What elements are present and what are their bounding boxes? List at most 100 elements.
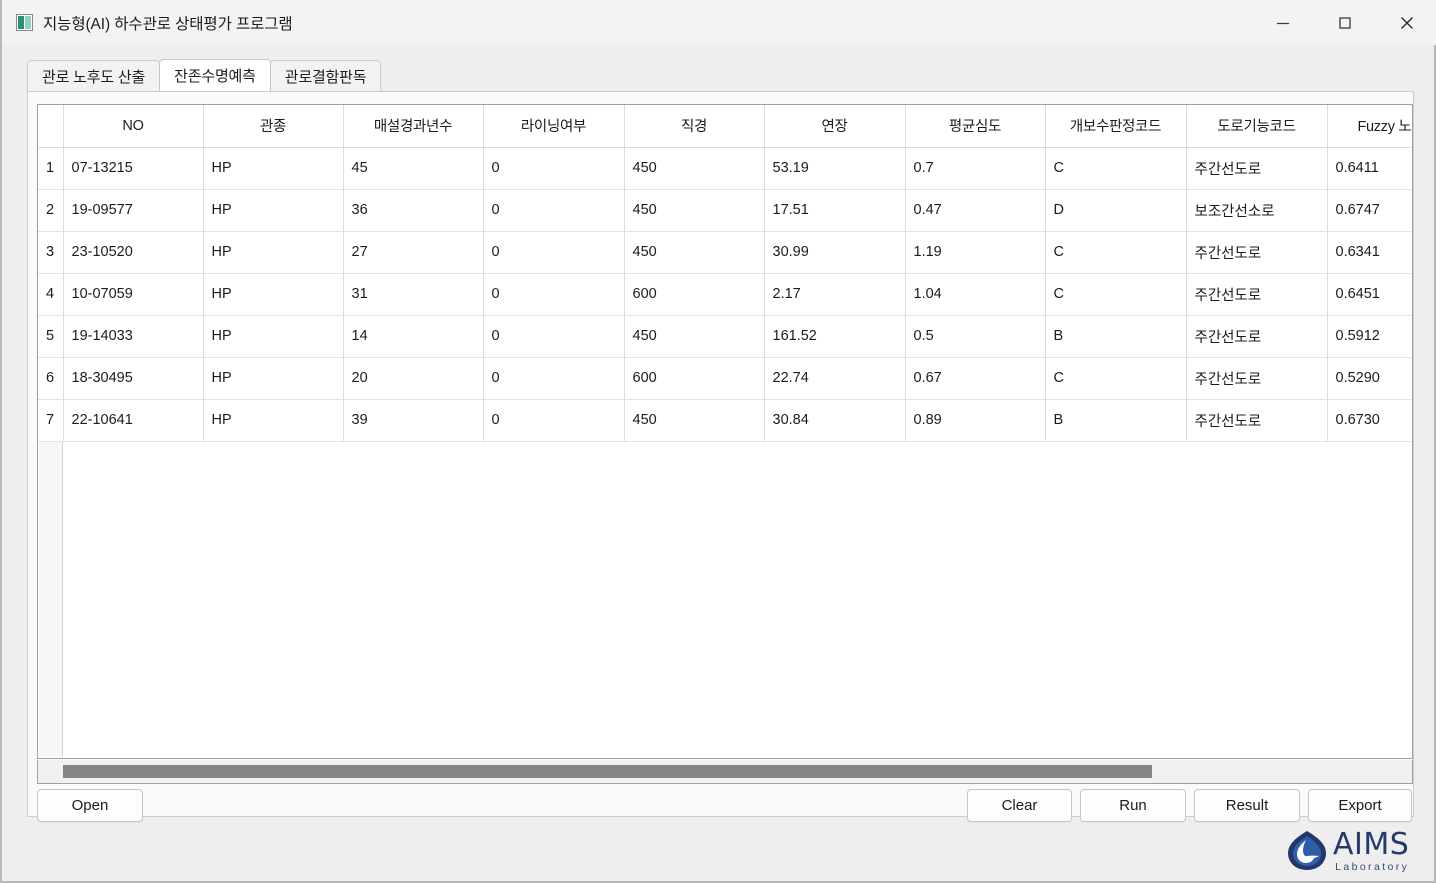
cell-diameter[interactable]: 450 — [624, 315, 765, 358]
cell-fuzzy-deterioration[interactable]: 0.6747 — [1327, 189, 1412, 232]
cell-average-depth[interactable]: 0.67 — [905, 357, 1046, 400]
tab-remaining-life-prediction[interactable]: 잔존수명예측 — [159, 59, 271, 91]
cell-repair-code[interactable]: D — [1045, 189, 1187, 232]
horizontal-scrollbar-thumb[interactable] — [63, 765, 1152, 778]
row-number[interactable]: 7 — [38, 399, 64, 442]
row-number[interactable]: 3 — [38, 231, 64, 274]
cell-no[interactable]: 23-10520 — [63, 231, 204, 274]
cell-repair-code[interactable]: C — [1045, 273, 1187, 316]
cell-years-buried[interactable]: 20 — [343, 357, 484, 400]
cell-repair-code[interactable]: B — [1045, 399, 1187, 442]
cell-road-function[interactable]: 주간선도로 — [1186, 273, 1328, 316]
cell-length[interactable]: 22.74 — [764, 357, 906, 400]
cell-years-buried[interactable]: 39 — [343, 399, 484, 442]
cell-lining[interactable]: 0 — [483, 399, 625, 442]
horizontal-scrollbar[interactable] — [37, 760, 1413, 784]
column-header-lining[interactable]: 라이닝여부 — [483, 105, 625, 148]
column-header-fuzzy-deterioration[interactable]: Fuzzy 노후도 — [1327, 105, 1412, 148]
cell-years-buried[interactable]: 45 — [343, 147, 484, 190]
column-header-road-function[interactable]: 도로기능코드 — [1186, 105, 1328, 148]
cell-pipe-type[interactable]: HP — [203, 399, 344, 442]
table-row[interactable]: 2 19-09577 HP 36 0 450 17.51 0.47 D 보조간선소로 0.6747 — [38, 189, 1412, 232]
cell-pipe-type[interactable]: HP — [203, 147, 344, 190]
cell-length[interactable]: 30.99 — [764, 231, 906, 274]
cell-diameter[interactable]: 450 — [624, 231, 765, 274]
open-button[interactable]: Open — [37, 789, 143, 822]
column-header-repair-code[interactable]: 개보수판정코드 — [1045, 105, 1187, 148]
column-header-diameter[interactable]: 직경 — [624, 105, 765, 148]
row-number[interactable]: 4 — [38, 273, 64, 316]
cell-fuzzy-deterioration[interactable]: 0.6730 — [1327, 399, 1412, 442]
cell-diameter[interactable]: 450 — [624, 399, 765, 442]
cell-road-function[interactable]: 주간선도로 — [1186, 399, 1328, 442]
result-button[interactable]: Result — [1194, 789, 1300, 822]
cell-road-function[interactable]: 보조간선소로 — [1186, 189, 1328, 232]
cell-diameter[interactable]: 600 — [624, 273, 765, 316]
cell-lining[interactable]: 0 — [483, 315, 625, 358]
column-header-average-depth[interactable]: 평균심도 — [905, 105, 1046, 148]
cell-road-function[interactable]: 주간선도로 — [1186, 147, 1328, 190]
cell-average-depth[interactable]: 1.19 — [905, 231, 1046, 274]
cell-years-buried[interactable]: 31 — [343, 273, 484, 316]
run-button[interactable]: Run — [1080, 789, 1186, 822]
cell-no[interactable]: 19-09577 — [63, 189, 204, 232]
cell-road-function[interactable]: 주간선도로 — [1186, 315, 1328, 358]
cell-length[interactable]: 2.17 — [764, 273, 906, 316]
column-header-length[interactable]: 연장 — [764, 105, 906, 148]
cell-average-depth[interactable]: 0.47 — [905, 189, 1046, 232]
cell-diameter[interactable]: 450 — [624, 189, 765, 232]
cell-lining[interactable]: 0 — [483, 273, 625, 316]
cell-average-depth[interactable]: 0.89 — [905, 399, 1046, 442]
cell-pipe-type[interactable]: HP — [203, 189, 344, 232]
cell-repair-code[interactable]: C — [1045, 357, 1187, 400]
cell-no[interactable]: 18-30495 — [63, 357, 204, 400]
cell-no[interactable]: 07-13215 — [63, 147, 204, 190]
cell-no[interactable]: 10-07059 — [63, 273, 204, 316]
table-row[interactable]: 1 07-13215 HP 45 0 450 53.19 0.7 C 주간선도로 0.6411 — [38, 147, 1412, 190]
cell-diameter[interactable]: 600 — [624, 357, 765, 400]
cell-no[interactable]: 22-10641 — [63, 399, 204, 442]
cell-road-function[interactable]: 주간선도로 — [1186, 231, 1328, 274]
row-number[interactable]: 6 — [38, 357, 64, 400]
cell-repair-code[interactable]: C — [1045, 231, 1187, 274]
cell-fuzzy-deterioration[interactable]: 0.5912 — [1327, 315, 1412, 358]
cell-lining[interactable]: 0 — [483, 147, 625, 190]
row-number[interactable]: 1 — [38, 147, 64, 190]
cell-repair-code[interactable]: C — [1045, 147, 1187, 190]
cell-length[interactable]: 161.52 — [764, 315, 906, 358]
column-header-no[interactable]: NO — [63, 105, 204, 148]
cell-length[interactable]: 30.84 — [764, 399, 906, 442]
cell-lining[interactable]: 0 — [483, 189, 625, 232]
table-row[interactable]: 7 22-10641 HP 39 0 450 30.84 0.89 B 주간선도로 0.6730 — [38, 399, 1412, 442]
minimize-icon[interactable] — [1252, 0, 1314, 45]
cell-fuzzy-deterioration[interactable]: 0.6411 — [1327, 147, 1412, 190]
export-button[interactable]: Export — [1308, 789, 1412, 822]
cell-repair-code[interactable]: B — [1045, 315, 1187, 358]
cell-fuzzy-deterioration[interactable]: 0.6341 — [1327, 231, 1412, 274]
cell-length[interactable]: 53.19 — [764, 147, 906, 190]
row-number[interactable]: 2 — [38, 189, 64, 232]
cell-years-buried[interactable]: 36 — [343, 189, 484, 232]
cell-lining[interactable]: 0 — [483, 357, 625, 400]
cell-no[interactable]: 19-14033 — [63, 315, 204, 358]
tab-pipe-defect-detection[interactable]: 관로결함판독 — [269, 60, 382, 91]
row-number[interactable]: 5 — [38, 315, 64, 358]
cell-average-depth[interactable]: 0.5 — [905, 315, 1046, 358]
cell-pipe-type[interactable]: HP — [203, 357, 344, 400]
cell-pipe-type[interactable]: HP — [203, 273, 344, 316]
table-row[interactable]: 3 23-10520 HP 27 0 450 30.99 1.19 C 주간선도로 0.6341 — [38, 231, 1412, 274]
cell-diameter[interactable]: 450 — [624, 147, 765, 190]
column-header-pipe-type[interactable]: 관종 — [203, 105, 344, 148]
cell-average-depth[interactable]: 0.7 — [905, 147, 1046, 190]
cell-road-function[interactable]: 주간선도로 — [1186, 357, 1328, 400]
cell-pipe-type[interactable]: HP — [203, 231, 344, 274]
cell-pipe-type[interactable]: HP — [203, 315, 344, 358]
cell-fuzzy-deterioration[interactable]: 0.5290 — [1327, 357, 1412, 400]
cell-years-buried[interactable]: 14 — [343, 315, 484, 358]
cell-length[interactable]: 17.51 — [764, 189, 906, 232]
table-row[interactable]: 4 10-07059 HP 31 0 600 2.17 1.04 C 주간선도로 0.6451 — [38, 273, 1412, 316]
tab-pipe-deterioration[interactable]: 관로 노후도 산출 — [27, 60, 161, 91]
cell-fuzzy-deterioration[interactable]: 0.6451 — [1327, 273, 1412, 316]
cell-years-buried[interactable]: 27 — [343, 231, 484, 274]
cell-average-depth[interactable]: 1.04 — [905, 273, 1046, 316]
